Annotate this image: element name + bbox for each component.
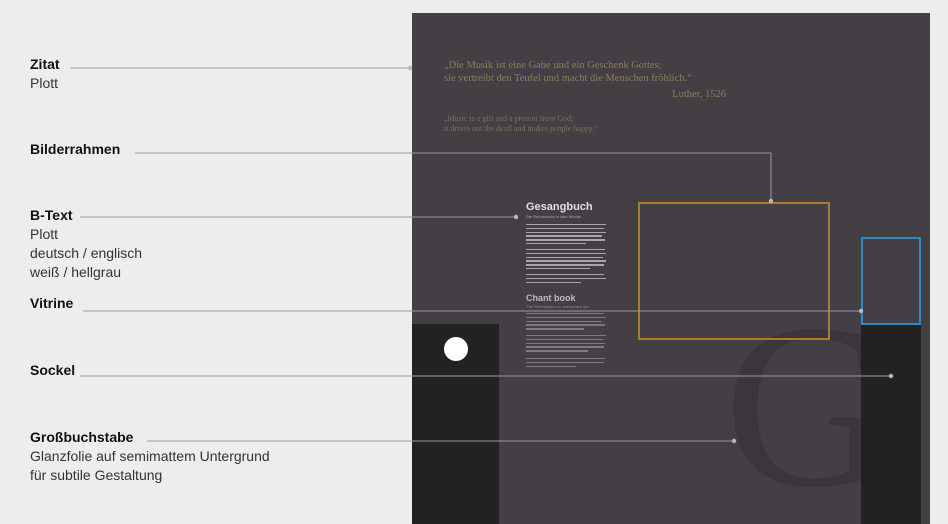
leader-dot-grossbuchstabe bbox=[731, 438, 737, 444]
leader-lines bbox=[70, 65, 894, 444]
leader-dot-bilderrahmen bbox=[768, 198, 774, 204]
leader-dot-zitat bbox=[407, 65, 413, 71]
leader-dot-btext bbox=[513, 214, 519, 220]
leader-dot-sockel bbox=[888, 373, 894, 379]
leader-dot-vitrine bbox=[858, 308, 864, 314]
leader-bilderrahmen bbox=[135, 152, 772, 201]
